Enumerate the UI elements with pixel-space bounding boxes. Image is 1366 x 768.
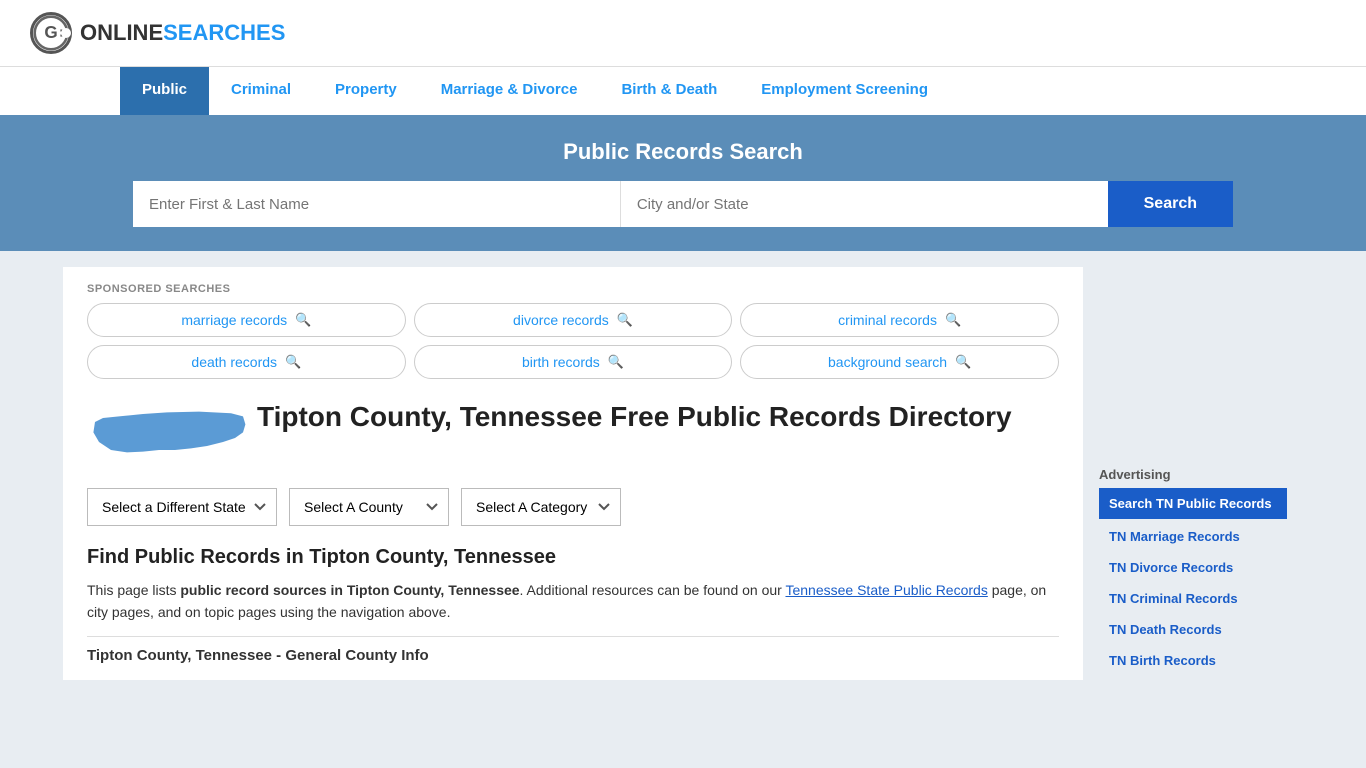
find-text-bold: public record sources in Tipton County, … <box>180 582 519 598</box>
sidebar-link-criminal[interactable]: TN Criminal Records <box>1099 583 1287 614</box>
general-info-title: Tipton County, Tennessee - General Count… <box>87 647 1059 664</box>
nav-item-public[interactable]: Public <box>120 67 209 115</box>
sponsored-label-background: background search <box>828 354 947 370</box>
svg-text:G: G <box>44 22 57 42</box>
sponsored-item-divorce[interactable]: divorce records 🔍 <box>414 303 733 337</box>
section-divider <box>87 636 1059 637</box>
logo-online: ONLINE <box>80 20 163 45</box>
search-icon-criminal: 🔍 <box>945 312 961 328</box>
sponsored-item-birth[interactable]: birth records 🔍 <box>414 345 733 379</box>
header: G ONLINESEARCHES <box>0 0 1366 66</box>
sponsored-label-marriage: marriage records <box>181 312 287 328</box>
sponsored-label-criminal: criminal records <box>838 312 937 328</box>
search-icon-divorce: 🔍 <box>617 312 633 328</box>
search-banner: Public Records Search Search <box>0 115 1366 251</box>
dropdowns-row: Select a Different State Select A County… <box>87 488 1059 526</box>
sidebar-link-birth[interactable]: TN Birth Records <box>1099 645 1287 676</box>
nav-item-criminal[interactable]: Criminal <box>209 67 313 115</box>
sponsored-item-background[interactable]: background search 🔍 <box>740 345 1059 379</box>
search-icon-marriage: 🔍 <box>295 312 311 328</box>
sponsored-label-divorce: divorce records <box>513 312 609 328</box>
county-title: Tipton County, Tennessee Free Public Rec… <box>257 399 1012 435</box>
sponsored-item-death[interactable]: death records 🔍 <box>87 345 406 379</box>
state-map <box>87 399 237 472</box>
logo-icon: G <box>30 12 72 54</box>
sidebar: Advertising Search TN Public Records TN … <box>1083 267 1303 680</box>
content-area: SPONSORED SEARCHES marriage records 🔍 di… <box>63 267 1083 680</box>
name-input[interactable] <box>133 181 621 227</box>
sidebar-link-death[interactable]: TN Death Records <box>1099 614 1287 645</box>
county-section: Tipton County, Tennessee Free Public Rec… <box>87 399 1059 472</box>
logo: G ONLINESEARCHES <box>30 12 285 54</box>
sponsored-grid: marriage records 🔍 divorce records 🔍 cri… <box>87 303 1059 379</box>
state-dropdown[interactable]: Select a Different State <box>87 488 277 526</box>
logo-text: ONLINESEARCHES <box>80 20 285 46</box>
sponsored-item-marriage[interactable]: marriage records 🔍 <box>87 303 406 337</box>
county-dropdown[interactable]: Select A County <box>289 488 449 526</box>
sponsored-item-criminal[interactable]: criminal records 🔍 <box>740 303 1059 337</box>
nav-item-marriage[interactable]: Marriage & Divorce <box>419 67 600 115</box>
search-form: Search <box>133 181 1233 227</box>
nav-item-property[interactable]: Property <box>313 67 419 115</box>
sponsored-label-birth: birth records <box>522 354 600 370</box>
main-layout: SPONSORED SEARCHES marriage records 🔍 di… <box>63 251 1303 696</box>
search-button[interactable]: Search <box>1108 181 1233 227</box>
sponsored-label-death: death records <box>191 354 277 370</box>
main-nav: Public Criminal Property Marriage & Divo… <box>0 66 1366 115</box>
category-dropdown[interactable]: Select A Category <box>461 488 621 526</box>
find-text-2: . Additional resources can be found on o… <box>520 582 786 598</box>
location-input[interactable] <box>621 181 1108 227</box>
county-title-container: Tipton County, Tennessee Free Public Rec… <box>257 399 1012 435</box>
sidebar-link-marriage[interactable]: TN Marriage Records <box>1099 521 1287 552</box>
search-icon-birth: 🔍 <box>608 354 624 370</box>
search-icon-background: 🔍 <box>955 354 971 370</box>
find-text: This page lists public record sources in… <box>87 579 1059 624</box>
nav-item-employment[interactable]: Employment Screening <box>739 67 950 115</box>
find-text-1: This page lists <box>87 582 180 598</box>
logo-searches: SEARCHES <box>163 20 285 45</box>
find-title: Find Public Records in Tipton County, Te… <box>87 546 1059 569</box>
sidebar-highlighted-link[interactable]: Search TN Public Records <box>1099 488 1287 519</box>
nav-item-birth[interactable]: Birth & Death <box>599 67 739 115</box>
advertising-label: Advertising <box>1099 467 1287 482</box>
search-banner-title: Public Records Search <box>30 139 1336 165</box>
find-link[interactable]: Tennessee State Public Records <box>785 582 987 598</box>
search-icon-death: 🔍 <box>285 354 301 370</box>
sponsored-label: SPONSORED SEARCHES <box>87 283 1059 295</box>
sidebar-link-divorce[interactable]: TN Divorce Records <box>1099 552 1287 583</box>
